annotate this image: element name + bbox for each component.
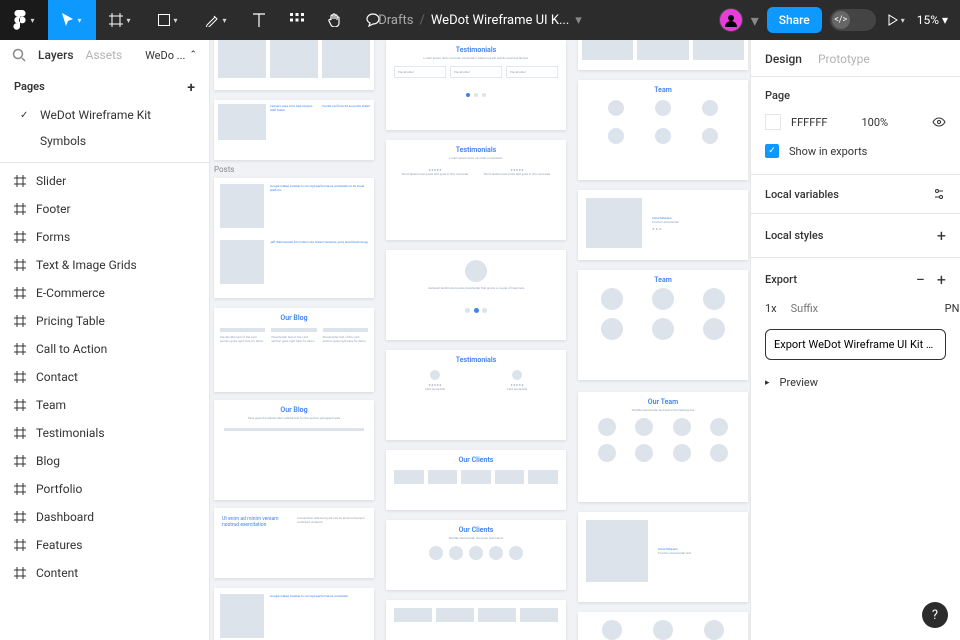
background-swatch[interactable] — [765, 114, 781, 130]
prototype-tab[interactable]: Prototype — [818, 52, 870, 66]
pen-tool[interactable]: ▾ — [192, 0, 240, 40]
layer-row[interactable]: Call to Action — [0, 335, 209, 363]
settings-icon[interactable] — [932, 187, 946, 201]
layer-row[interactable]: Contact — [0, 363, 209, 391]
move-tool[interactable]: ▾ — [48, 0, 96, 40]
dev-mode-toggle[interactable]: </> — [830, 9, 876, 31]
file-breadcrumb[interactable]: Drafts / WeDot Wireframe UI K... ▾ — [378, 13, 582, 28]
page-item[interactable]: Symbols — [0, 128, 209, 154]
assets-tab[interactable]: Assets — [86, 48, 123, 62]
layer-row[interactable]: Slider — [0, 167, 209, 195]
frame-tool[interactable]: ▾ — [96, 0, 144, 40]
text-tool[interactable] — [240, 0, 278, 40]
chevron-down-icon[interactable]: ▾ — [751, 11, 759, 30]
help-button[interactable]: ? — [922, 602, 948, 628]
preview-toggle[interactable]: Preview — [780, 376, 818, 389]
page-section-title: Page — [765, 89, 946, 102]
visibility-icon[interactable] — [932, 115, 946, 129]
page-item[interactable]: ✓WeDot Wireframe Kit — [0, 102, 209, 128]
export-header[interactable]: Export — [765, 273, 916, 286]
left-panel: Layers Assets WeDo ... ⌃ Pages + ✓WeDot … — [0, 40, 210, 640]
layer-row[interactable]: Blog — [0, 447, 209, 475]
export-format-select[interactable]: PNG ▾ — [945, 302, 960, 315]
filename-label[interactable]: WeDot Wireframe UI K... — [431, 13, 569, 28]
location-label[interactable]: Drafts — [378, 13, 413, 28]
remove-export-button[interactable]: − — [916, 270, 925, 289]
background-opacity[interactable]: 100% — [861, 116, 888, 129]
layer-row[interactable]: Team — [0, 391, 209, 419]
figma-menu[interactable]: ▾ — [0, 0, 48, 40]
search-icon[interactable] — [12, 48, 26, 62]
add-page-button[interactable]: + — [187, 80, 195, 96]
page-selector[interactable]: WeDo ... ⌃ — [145, 49, 197, 62]
design-tab[interactable]: Design — [765, 52, 802, 66]
add-style-button[interactable]: + — [937, 226, 946, 245]
shape-tool[interactable]: ▾ — [144, 0, 192, 40]
layers-tab[interactable]: Layers — [38, 48, 74, 62]
user-avatar[interactable] — [719, 8, 743, 32]
resources-tool[interactable] — [278, 0, 316, 40]
show-in-exports-checkbox[interactable]: ✓ — [765, 144, 779, 158]
canvas[interactable]: Lawyers uses AI to help lawyers draft fa… — [210, 40, 750, 640]
pages-header: Pages — [14, 80, 45, 96]
chevron-down-icon[interactable]: ▾ — [575, 13, 582, 28]
layer-row[interactable]: Forms — [0, 223, 209, 251]
layer-row[interactable]: Features — [0, 531, 209, 559]
layer-row[interactable]: Content — [0, 559, 209, 587]
top-toolbar: ▾ ▾ ▾ ▾ ▾ Drafts / — [0, 0, 960, 40]
layer-row[interactable]: Testimonials — [0, 419, 209, 447]
present-button[interactable]: ▾ — [884, 0, 909, 40]
export-button[interactable]: Export WeDot Wireframe UI Kit b... — [765, 329, 946, 360]
export-suffix-input[interactable] — [791, 302, 931, 315]
layer-row[interactable]: Pricing Table — [0, 307, 209, 335]
layer-row[interactable]: Dashboard — [0, 503, 209, 531]
local-variables-header[interactable]: Local variables — [765, 188, 932, 201]
add-export-button[interactable]: + — [937, 270, 946, 289]
hand-tool[interactable] — [316, 0, 354, 40]
background-hex[interactable]: FFFFFF — [791, 116, 827, 129]
caret-right-icon[interactable]: ▸ — [765, 378, 770, 388]
local-styles-header[interactable]: Local styles — [765, 229, 937, 242]
layer-row[interactable]: E-Commerce — [0, 279, 209, 307]
zoom-level[interactable]: 15% ▾ — [917, 13, 948, 27]
right-panel: Design Prototype Page FFFFFF 100% ✓ Show… — [750, 40, 960, 640]
export-scale[interactable]: 1x — [765, 302, 777, 315]
layer-row[interactable]: Text & Image Grids — [0, 251, 209, 279]
layer-row[interactable]: Footer — [0, 195, 209, 223]
layer-row[interactable]: Portfolio — [0, 475, 209, 503]
share-button[interactable]: Share — [767, 7, 822, 33]
